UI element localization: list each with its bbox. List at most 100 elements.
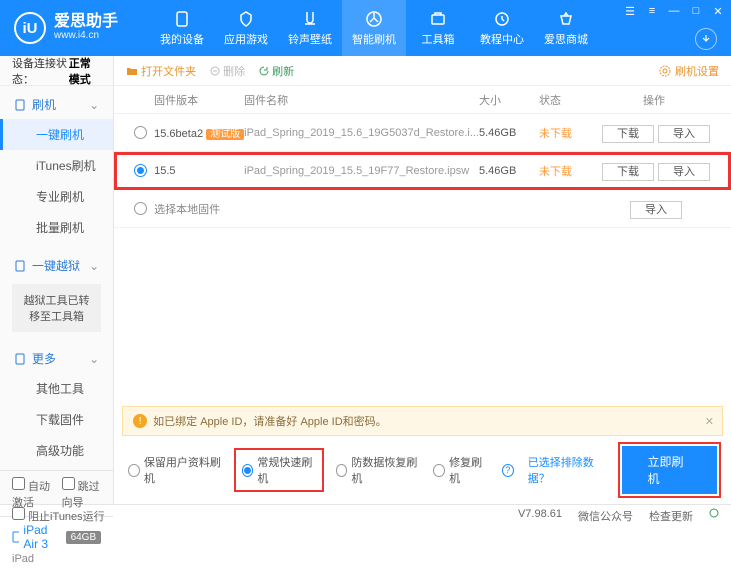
- 下载-button[interactable]: 下载: [602, 125, 654, 143]
- nav-label: 智能刷机: [352, 31, 396, 47]
- row-ops: 下载导入: [589, 125, 719, 141]
- app-title: 爱思助手: [54, 14, 118, 30]
- firmware-name: iPad_Spring_2019_15.5_19F77_Restore.ipsw: [244, 165, 479, 177]
- sidebar: 设备连接状态： 正常模式 刷机⌄一键刷机iTunes刷机专业刷机批量刷机一键越狱…: [0, 56, 114, 504]
- nav-教程中心[interactable]: 教程中心: [470, 0, 534, 56]
- version-label: V7.98.61: [518, 508, 562, 524]
- radio[interactable]: [126, 126, 154, 139]
- nav-icon: [557, 10, 575, 28]
- option-防数据恢复刷机[interactable]: 防数据恢复刷机: [336, 450, 420, 490]
- device-name: iPad Air 3: [23, 523, 61, 551]
- sidebar-item-一键刷机[interactable]: 一键刷机: [0, 119, 113, 150]
- more-icon: [14, 353, 26, 365]
- info-icon[interactable]: ?: [502, 464, 514, 477]
- nav-我的设备[interactable]: 我的设备: [150, 0, 214, 56]
- window-button[interactable]: □: [689, 4, 703, 18]
- block-itunes-checkbox[interactable]: 阻止iTunes运行: [12, 507, 105, 524]
- radio: [433, 464, 445, 477]
- flash-now-button[interactable]: 立即刷机: [622, 446, 718, 494]
- connection-status: 设备连接状态： 正常模式: [0, 56, 113, 86]
- nav-label: 教程中心: [480, 31, 524, 47]
- col-version: 固件版本: [154, 92, 244, 108]
- 导入-button[interactable]: 导入: [630, 201, 682, 219]
- nav-icon: [301, 10, 319, 28]
- nav-icon: [429, 10, 447, 28]
- window-button[interactable]: —: [667, 4, 681, 18]
- sidebar-item-批量刷机[interactable]: 批量刷机: [0, 212, 113, 243]
- nav-label: 工具箱: [422, 31, 455, 47]
- status: 未下载: [539, 125, 589, 141]
- check-update-link[interactable]: 检查更新: [649, 508, 693, 524]
- window-controls: ☰ ≡ — □ ✕: [623, 4, 725, 18]
- close-icon[interactable]: ✕: [705, 415, 714, 428]
- option-常规快速刷机[interactable]: 常规快速刷机: [236, 450, 322, 490]
- 下载-button[interactable]: 下载: [602, 163, 654, 181]
- sidebar-item-其他工具[interactable]: 其他工具: [0, 373, 113, 404]
- nav-icon: [493, 10, 511, 28]
- logo-icon: iU: [14, 12, 46, 44]
- status-label: 设备连接状态：: [12, 55, 69, 87]
- firmware-row[interactable]: 15.6beta2测试版iPad_Spring_2019_15.6_19G503…: [114, 114, 731, 152]
- version: 15.6beta2测试版: [154, 125, 244, 140]
- nav-工具箱[interactable]: 工具箱: [406, 0, 470, 56]
- firmware-name: iPad_Spring_2019_15.6_19G5037d_Restore.i…: [244, 127, 479, 139]
- nav-爱思商城[interactable]: 爱思商城: [534, 0, 598, 56]
- 导入-button[interactable]: 导入: [658, 125, 710, 143]
- window-button[interactable]: ≡: [645, 4, 659, 18]
- chevron-down-icon: ⌄: [89, 98, 99, 112]
- table-header: 固件版本 固件名称 大小 状态 操作: [114, 86, 731, 114]
- nav-label: 我的设备: [160, 31, 204, 47]
- sidebar-item-iTunes刷机[interactable]: iTunes刷机: [0, 150, 113, 181]
- radio[interactable]: [126, 164, 154, 177]
- checkbox-跳过向导[interactable]: 跳过向导: [62, 477, 102, 510]
- row-ops: 下载导入: [589, 163, 719, 179]
- window-button[interactable]: ☰: [623, 4, 637, 18]
- gear-icon: [659, 65, 671, 77]
- logo: iU 爱思助手 www.i4.cn: [0, 12, 150, 44]
- refresh-button[interactable]: 刷新: [259, 63, 294, 79]
- main-panel: 打开文件夹 删除 刷新 刷机设置 固件版本 固件名称 大小 状态 操作 15.6…: [114, 56, 731, 504]
- flash-options: 保留用户资料刷机常规快速刷机防数据恢复刷机修复刷机 ? 已选择排除数据？ 立即刷…: [114, 436, 731, 504]
- sidebar-item-高级功能[interactable]: 高级功能: [0, 435, 113, 466]
- sidebar-item-下载固件[interactable]: 下载固件: [0, 404, 113, 435]
- main-nav: 我的设备 应用游戏 铃声壁纸 智能刷机 工具箱 教程中心爱思商城: [150, 0, 598, 56]
- refresh-small-icon: [709, 508, 719, 518]
- status-value: 正常模式: [69, 55, 101, 87]
- delete-button[interactable]: 删除: [210, 63, 245, 79]
- device-info[interactable]: iPad Air 3 64GB iPad: [0, 516, 113, 571]
- size: 5.46GB: [479, 165, 539, 177]
- option-修复刷机[interactable]: 修复刷机: [433, 450, 487, 490]
- nav-label: 铃声壁纸: [288, 31, 332, 47]
- row-ops: 导入: [589, 201, 719, 217]
- device-type: iPad: [12, 553, 101, 565]
- window-button[interactable]: ✕: [711, 4, 725, 18]
- sidebar-group-刷机[interactable]: 刷机⌄: [0, 90, 113, 119]
- sidebar-group-更多[interactable]: 更多⌄: [0, 344, 113, 373]
- flash-settings-button[interactable]: 刷机设置: [659, 63, 719, 79]
- option-保留用户资料刷机[interactable]: 保留用户资料刷机: [128, 450, 222, 490]
- nav-智能刷机[interactable]: 智能刷机: [342, 0, 406, 56]
- nav-label: 应用游戏: [224, 31, 268, 47]
- tablet-icon: [12, 531, 19, 543]
- phone-icon: [14, 99, 26, 111]
- delete-icon: [210, 66, 220, 76]
- sidebar-item-专业刷机[interactable]: 专业刷机: [0, 181, 113, 212]
- sidebar-group-一键越狱[interactable]: 一键越狱⌄: [0, 251, 113, 280]
- wechat-link[interactable]: 微信公众号: [578, 508, 633, 524]
- checkbox-自动激活[interactable]: 自动激活: [12, 477, 52, 510]
- nav-应用游戏[interactable]: 应用游戏: [214, 0, 278, 56]
- download-circle-icon[interactable]: [695, 28, 717, 50]
- local-firmware-label: 选择本地固件: [154, 201, 589, 217]
- status: 未下载: [539, 163, 589, 179]
- folder-icon: [126, 66, 138, 76]
- warning-icon: !: [133, 414, 147, 428]
- open-folder-button[interactable]: 打开文件夹: [126, 63, 196, 79]
- nav-icon: [173, 10, 191, 28]
- exclude-data-link[interactable]: 已选择排除数据？: [528, 454, 608, 486]
- firmware-row[interactable]: 选择本地固件 导入: [114, 190, 731, 228]
- radio[interactable]: [126, 202, 154, 215]
- 导入-button[interactable]: 导入: [658, 163, 710, 181]
- firmware-row[interactable]: 15.5iPad_Spring_2019_15.5_19F77_Restore.…: [114, 152, 731, 190]
- device-badge: 64GB: [66, 531, 102, 544]
- nav-铃声壁纸[interactable]: 铃声壁纸: [278, 0, 342, 56]
